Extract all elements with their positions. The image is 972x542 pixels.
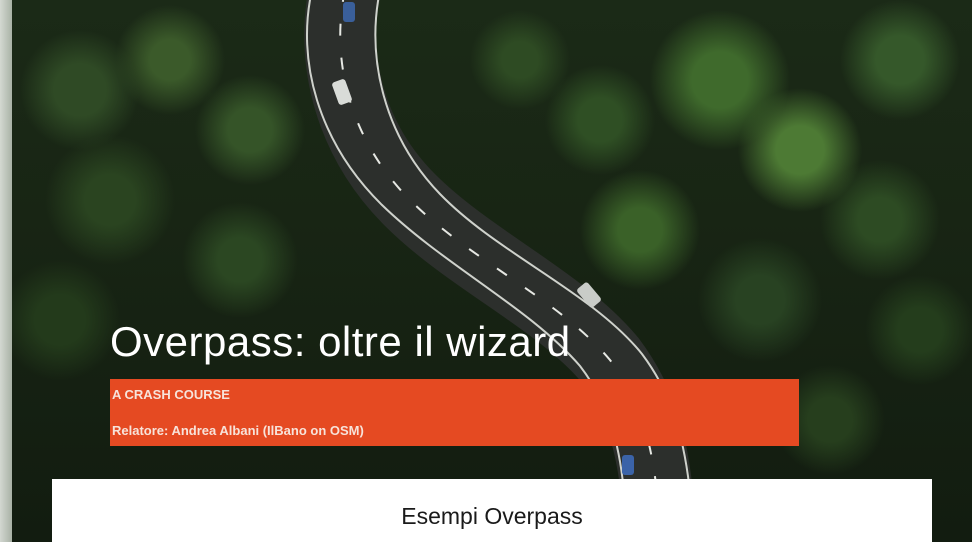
subtitle-banner: A CRASH COURSE Relatore: Andrea Albani (… (110, 379, 799, 446)
caption-box: Esempi Overpass (52, 479, 932, 542)
road-center-line (339, 0, 661, 542)
slide-title: Overpass: oltre il wizard (110, 318, 571, 365)
slide: Overpass: oltre il wizard A CRASH COURSE… (0, 0, 972, 542)
car-blue-lower (622, 455, 634, 475)
subtitle-text: A CRASH COURSE (112, 387, 230, 402)
road-image (304, 0, 696, 542)
caption-text: Esempi Overpass (401, 503, 583, 529)
car-blue (343, 2, 355, 22)
speaker-text: Relatore: Andrea Albani (IlBano on OSM) (112, 423, 364, 438)
